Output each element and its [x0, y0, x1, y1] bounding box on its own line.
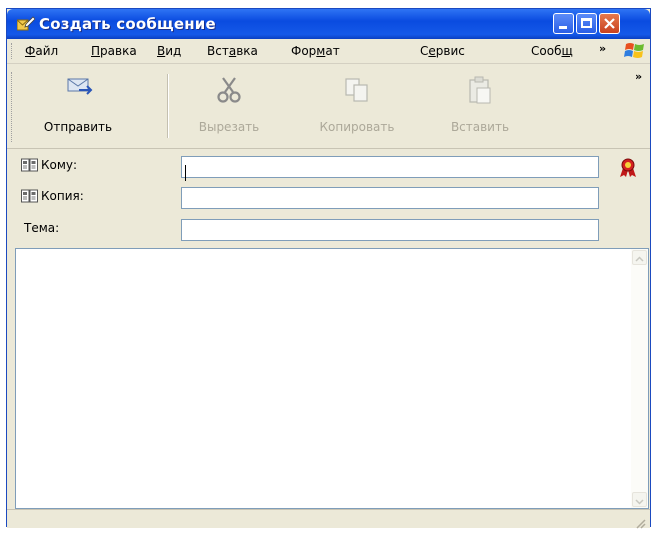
cut-button[interactable]: Вырезать — [183, 64, 275, 144]
cut-label: Вырезать — [198, 120, 260, 134]
copy-button[interactable]: Копировать — [305, 64, 409, 144]
menu-edit[interactable]: Правка — [91, 44, 137, 58]
paste-icon — [467, 76, 493, 110]
close-icon — [604, 18, 615, 29]
subject-label: Тема: — [24, 221, 60, 235]
security-ribbon-icon[interactable] — [619, 158, 637, 182]
resize-grip-icon[interactable] — [634, 514, 646, 533]
scroll-up-button[interactable] — [632, 250, 647, 265]
close-button[interactable] — [599, 13, 620, 34]
to-field-label[interactable]: Кому: — [21, 158, 77, 172]
menu-insert[interactable]: Вставка — [207, 44, 258, 58]
window-title: Создать сообщение — [39, 15, 216, 33]
minimize-icon — [559, 26, 567, 29]
compose-window: Создать сообщение Файл Правка Вид Вставк… — [6, 8, 651, 529]
status-bar — [7, 509, 650, 529]
minimize-button[interactable] — [553, 13, 574, 34]
toolbar-separator — [167, 74, 169, 138]
address-book-icon — [21, 189, 38, 203]
copy-icon — [343, 76, 371, 108]
send-icon — [67, 76, 93, 100]
send-label: Отправить — [43, 120, 113, 134]
windows-logo-icon — [624, 42, 646, 60]
message-body[interactable] — [15, 248, 649, 509]
scroll-down-arrow-icon — [635, 499, 644, 505]
menu-file[interactable]: Файл — [25, 44, 58, 58]
menu-bar: Файл Правка Вид Вставка Формат Сервис Со… — [7, 39, 650, 64]
send-button[interactable]: Отправить — [23, 64, 133, 144]
paste-label: Вставить — [450, 120, 510, 134]
menu-view[interactable]: Вид — [157, 44, 181, 58]
maximize-button[interactable] — [576, 13, 597, 34]
menu-format[interactable]: Формат — [291, 44, 340, 58]
toolbar-overflow-chevron[interactable]: » — [635, 70, 642, 83]
vertical-scrollbar[interactable] — [631, 249, 648, 508]
subject-input[interactable] — [181, 219, 599, 241]
cc-input[interactable] — [181, 187, 599, 209]
copy-label: Копировать — [319, 120, 395, 134]
to-input[interactable] — [181, 156, 599, 178]
menu-message[interactable]: Сообщ — [531, 44, 573, 58]
menu-overflow-chevron[interactable]: » — [599, 42, 606, 55]
menu-grip[interactable] — [11, 43, 15, 59]
title-bar[interactable]: Создать сообщение — [7, 9, 650, 39]
address-book-icon — [21, 158, 38, 172]
scissors-icon — [216, 76, 242, 108]
scroll-down-button[interactable] — [632, 492, 647, 507]
compose-window-icon — [16, 15, 36, 32]
cc-label: Копия: — [41, 189, 84, 203]
maximize-icon — [581, 18, 592, 28]
toolbar-grip[interactable] — [11, 72, 15, 142]
text-cursor — [185, 165, 186, 181]
cc-field-label[interactable]: Копия: — [21, 189, 84, 203]
paste-button[interactable]: Вставить — [437, 64, 523, 144]
scroll-up-arrow-icon — [635, 256, 644, 262]
menu-tools[interactable]: Сервис — [420, 44, 465, 58]
toolbar: Отправить Вырезать Копировать Вставить » — [7, 64, 650, 149]
to-label: Кому: — [41, 158, 78, 172]
